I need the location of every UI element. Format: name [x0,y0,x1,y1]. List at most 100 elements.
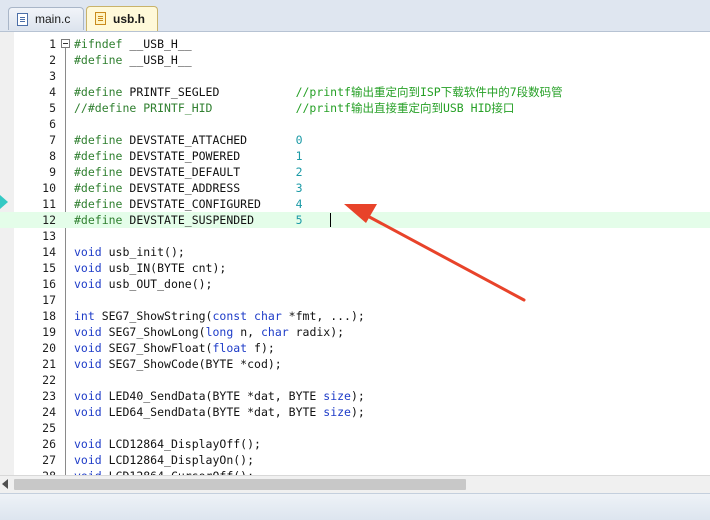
line-number: 16 [42,277,56,291]
code-line[interactable]: 28 void LCD12864_CursorOff(); [0,468,710,475]
tab-usb-h[interactable]: usb.h [86,6,158,31]
code-line[interactable]: 11 #define DEVSTATE_CONFIGURED 4 [0,196,710,212]
code-text: void usb_OUT_done(); [74,276,212,292]
horizontal-scrollbar[interactable] [0,475,710,493]
code-token: void [74,277,102,291]
code-line[interactable]: 24 void LED64_SendData(BYTE *dat, BYTE si… [0,404,710,420]
code-token: #define [74,197,123,211]
code-token: usb_init(); [101,245,185,259]
execution-pointer-icon [0,195,8,209]
line-number: 27 [42,453,56,467]
scrollbar-thumb[interactable] [14,479,466,490]
code-line[interactable]: 1 #ifndef __USB_H__ [0,36,710,52]
code-line[interactable]: 23 void LED40_SendData(BYTE *dat, BYTE si… [0,388,710,404]
code-token: SEG7_ShowFloat( [101,341,213,355]
code-token: SEG7_ShowString( [94,309,213,323]
code-line[interactable]: 27 void LCD12864_DisplayOn(); [0,452,710,468]
code-text: void LED40_SendData(BYTE *dat, BYTE size… [74,388,365,404]
code-token: size [323,389,351,403]
code-token: 0 [295,133,303,147]
code-text: void SEG7_ShowCode(BYTE *cod); [74,356,282,372]
code-line[interactable]: 9 #define DEVSTATE_DEFAULT 2 [0,164,710,180]
code-line[interactable]: 20 void SEG7_ShowFloat(float f); [0,340,710,356]
code-token: SEG7_ShowCode(BYTE *cod); [101,357,282,371]
code-line[interactable]: 10 #define DEVSTATE_ADDRESS 3 [0,180,710,196]
line-number: 22 [42,373,56,387]
code-token: *fmt, ...); [281,309,365,323]
code-editor[interactable]: 1 #ifndef __USB_H__ 2 #define __USB_H__ 3 4 #d… [0,32,710,475]
code-token: 5 [295,213,303,227]
code-line[interactable]: 13 [0,228,710,244]
code-token: void [74,325,102,339]
code-token: LCD12864_DisplayOn(); [101,453,255,467]
code-token: 4 [295,197,303,211]
line-number: 18 [42,309,56,323]
code-token: size [323,405,351,419]
code-line[interactable]: 26 void LCD12864_DisplayOff(); [0,436,710,452]
line-number: 2 [49,53,56,67]
code-token: #define [74,149,123,163]
code-line[interactable]: 3 [0,68,710,84]
line-number: 28 [14,468,56,475]
code-line[interactable]: 8 #define DEVSTATE_POWERED 1 [0,148,710,164]
code-token: f); [247,341,275,355]
code-text: void usb_init(); [74,244,185,260]
code-token: //printf输出直接重定向到USB HID接口 [295,101,515,115]
code-line[interactable]: 18 int SEG7_ShowString(const char *fmt, .… [0,308,710,324]
code-line[interactable]: 12 #define DEVSTATE_SUSPENDED 5 [0,212,710,228]
code-token: #define [74,85,123,99]
code-token: //printf输出重定向到ISP下载软件中的7段数码管 [295,85,563,99]
code-line[interactable]: 15 void usb_IN(BYTE cnt); [0,260,710,276]
code-line[interactable]: 7 #define DEVSTATE_ATTACHED 0 [0,132,710,148]
code-token: ); [350,389,365,403]
code-line[interactable]: 17 [0,292,710,308]
code-line[interactable]: 16 void usb_OUT_done(); [0,276,710,292]
code-token: char [254,309,282,323]
code-line[interactable]: 5 //#define PRINTF_HID //printf输出直接重定向到US… [0,100,710,116]
code-text: #define DEVSTATE_DEFAULT 2 [74,164,303,180]
code-line[interactable]: 14 void usb_init(); [0,244,710,260]
code-text: void usb_IN(BYTE cnt); [74,260,226,276]
code-token: usb_IN(BYTE cnt); [101,261,227,275]
line-number: 24 [42,405,56,419]
line-number: 25 [42,421,56,435]
line-number: 6 [49,117,56,131]
tab-main-c[interactable]: main.c [8,7,84,30]
code-token: __USB_H__ [122,53,192,67]
code-token: DEVSTATE_POWERED [122,149,296,163]
code-line[interactable]: 21 void SEG7_ShowCode(BYTE *cod); [0,356,710,372]
line-number: 14 [42,245,56,259]
code-text: #define DEVSTATE_POWERED 1 [74,148,303,164]
code-text: #ifndef __USB_H__ [74,36,192,52]
line-number: 13 [42,229,56,243]
line-number: 5 [49,101,56,115]
code-token: DEVSTATE_ATTACHED [122,133,296,147]
line-number: 11 [42,197,56,211]
code-token: radix); [288,325,345,339]
code-token: #ifndef [74,37,123,51]
code-token: LED64_SendData(BYTE *dat, BYTE [101,405,324,419]
scroll-left-arrow-icon[interactable] [2,479,8,489]
code-line[interactable]: 19 void SEG7_ShowLong(long n, char radix)… [0,324,710,340]
code-token: usb_OUT_done(); [101,277,213,291]
code-token: #define [74,133,123,147]
code-token: void [74,341,102,355]
code-text: void SEG7_ShowFloat(float f); [74,340,275,356]
code-token: #define [74,53,123,67]
fold-minus-icon[interactable] [61,39,70,48]
code-token: void [74,453,102,467]
line-number: 23 [42,389,56,403]
code-token: void [74,405,102,419]
code-token: DEVSTATE_SUSPENDED [122,213,296,227]
code-line[interactable]: 4 #define PRINTF_SEGLED //printf输出重定向到ISP… [0,84,710,100]
line-number: 17 [42,293,56,307]
code-line[interactable]: 2 #define __USB_H__ [0,52,710,68]
code-line[interactable]: 6 [0,116,710,132]
line-number: 7 [49,133,56,147]
code-line[interactable]: 22 [0,372,710,388]
line-number: 15 [42,261,56,275]
line-number: 12 [42,213,56,227]
line-number: 1 [49,37,56,51]
code-line[interactable]: 25 [0,420,710,436]
